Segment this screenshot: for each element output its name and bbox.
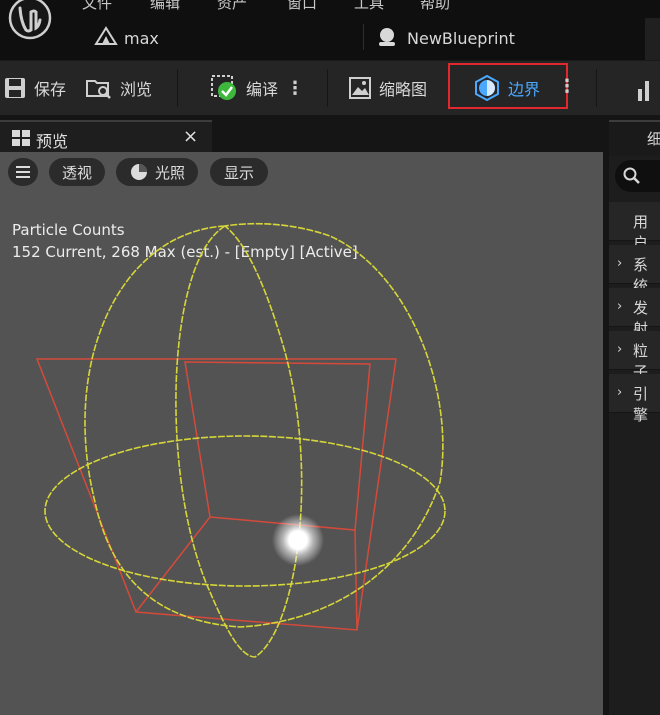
tab-max-label: max: [124, 29, 159, 48]
tab-newblueprint[interactable]: NewBlueprint: [376, 14, 576, 60]
chevron-right-icon: ›: [617, 299, 623, 314]
details-row-label: 引擎: [633, 385, 649, 424]
tab-edge: [645, 18, 660, 60]
menu-file[interactable]: 文件: [82, 0, 112, 13]
menu-help[interactable]: 帮助: [420, 0, 450, 13]
preview-panel-tab[interactable]: 预览 ×: [0, 120, 212, 154]
browse-label: 浏览: [120, 80, 153, 99]
toolbar-separator: [327, 69, 328, 107]
bounds-hexagon-icon: [475, 75, 499, 101]
compile-options-kebab-icon[interactable]: ⋮: [286, 78, 304, 99]
details-search-input[interactable]: [615, 160, 660, 192]
bounding-box-wireframe: [35, 358, 397, 631]
bounds-label: 边界: [508, 80, 541, 99]
details-panel-tab[interactable]: 细: [609, 120, 660, 156]
chevron-right-icon: ›: [617, 385, 623, 400]
document-tab-row: max NewBlueprint: [0, 14, 660, 60]
bar-chart-icon[interactable]: [636, 77, 658, 101]
tab-newblueprint-label: NewBlueprint: [407, 29, 515, 48]
details-row-particle[interactable]: › 粒子: [609, 331, 660, 381]
preview-tab-label: 预览: [36, 132, 69, 151]
viewport-grid-icon: [12, 130, 30, 146]
details-row-system[interactable]: › 系统: [609, 245, 660, 295]
tab-max[interactable]: max: [92, 14, 192, 60]
toolbar-separator: [177, 69, 178, 107]
thumbnail-button[interactable]: 缩略图: [349, 61, 427, 115]
bounds-wireframe-scene: [35, 222, 446, 658]
details-row-emitter[interactable]: › 发射: [609, 288, 660, 338]
thumbnail-label: 缩略图: [379, 80, 428, 99]
chevron-right-icon: ›: [617, 342, 623, 357]
compile-success-icon: [211, 75, 236, 100]
tab-divider: [363, 24, 364, 50]
particle-system-icon: [94, 26, 118, 45]
details-panel: 细 用户 › 系统 › 发射 › 粒子 › 引擎: [609, 120, 660, 715]
compile-label: 编译: [246, 80, 279, 99]
browse-button[interactable]: 浏览: [86, 61, 152, 115]
menu-window[interactable]: 窗口: [287, 0, 317, 13]
particle-emitter-glow: [272, 514, 324, 566]
close-icon[interactable]: ×: [183, 126, 198, 147]
save-icon: [5, 78, 25, 98]
chevron-right-icon: ›: [617, 256, 623, 271]
details-row-engine[interactable]: › 引擎: [609, 374, 660, 424]
browse-folder-icon: [86, 80, 111, 99]
details-tab-label: 细: [647, 130, 660, 148]
menu-assets[interactable]: 资产: [217, 0, 247, 13]
menu-edit[interactable]: 编辑: [150, 0, 180, 13]
search-icon: [623, 167, 640, 184]
compile-button[interactable]: 编译 ⋮: [210, 61, 304, 115]
blueprint-icon: [379, 28, 395, 46]
asset-toolbar: 保存 浏览 编译 ⋮ 缩略图 边界 ⋮: [0, 60, 660, 115]
save-button[interactable]: 保存: [4, 61, 66, 115]
menu-tools[interactable]: 工具: [354, 0, 384, 13]
details-row-user[interactable]: 用户: [609, 202, 660, 252]
bounds-options-kebab-icon[interactable]: ⋮: [558, 76, 576, 97]
menu-bar: 文件 编辑 资产 窗口 工具 帮助: [0, 0, 660, 14]
toolbar-separator: [596, 69, 597, 107]
save-label: 保存: [34, 80, 67, 99]
preview-viewport[interactable]: 透视 光照 显示 Particle Counts 152 Current, 26…: [0, 152, 603, 715]
bounds-button[interactable]: 边界: [474, 61, 540, 115]
unreal-logo-icon: [8, 0, 52, 40]
thumbnail-image-icon: [349, 77, 371, 99]
